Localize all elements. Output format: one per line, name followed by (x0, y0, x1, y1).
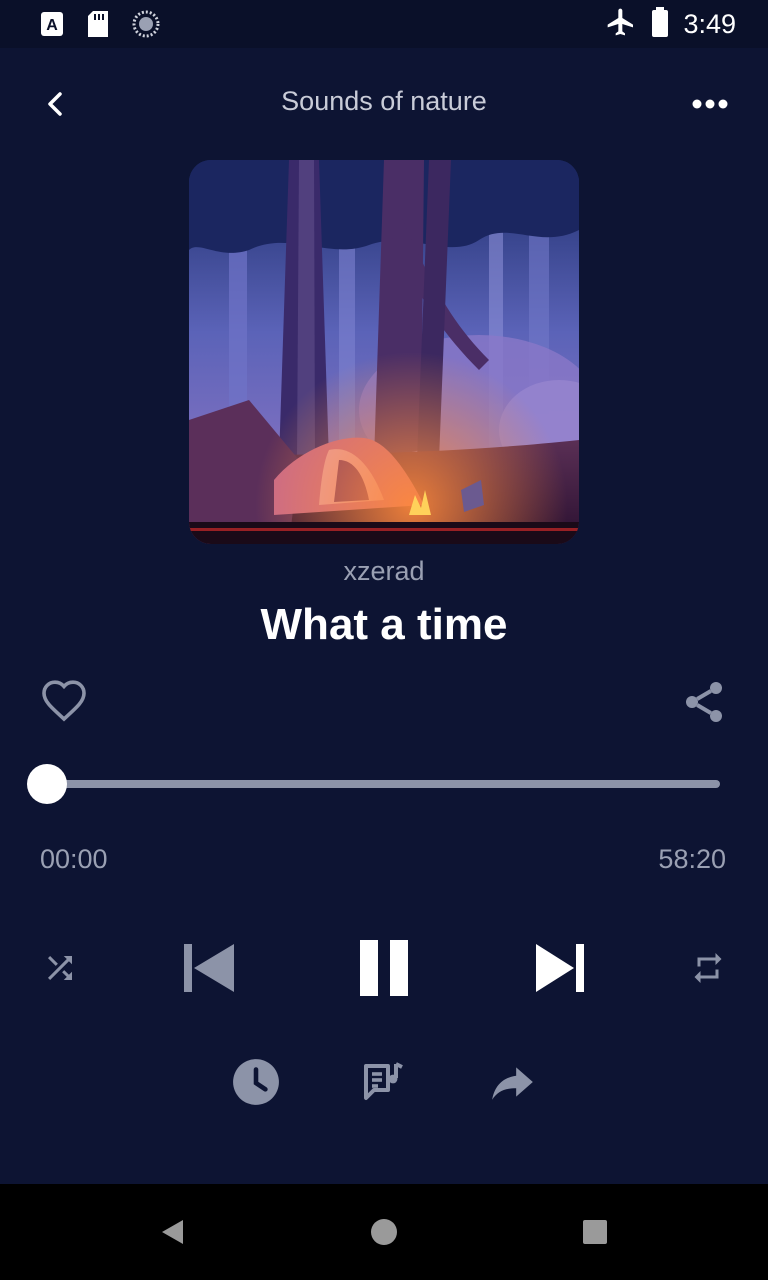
favorite-button[interactable] (40, 678, 88, 726)
loading-spinner-icon (132, 10, 160, 43)
previous-button[interactable] (176, 936, 240, 1000)
sleep-timer-button[interactable] (228, 1054, 284, 1110)
total-time: 58:20 (658, 844, 726, 874)
artist-name: xzerad (343, 556, 425, 586)
nav-home-circle-icon (371, 1219, 397, 1245)
nav-recents-button[interactable] (571, 1208, 619, 1256)
battery-icon (651, 7, 669, 42)
forward-share-button[interactable] (484, 1054, 540, 1110)
pause-icon (360, 940, 408, 996)
status-clock: 3:49 (683, 9, 736, 39)
more-horizontal-icon (692, 99, 728, 109)
nav-back-button[interactable] (148, 1208, 196, 1256)
progress-track[interactable] (46, 780, 720, 788)
elapsed-time: 00:00 (40, 844, 108, 874)
shuffle-button[interactable] (36, 944, 84, 992)
nav-back-triangle-icon (162, 1220, 183, 1244)
sd-card-icon (86, 10, 110, 43)
system-nav-bar (0, 1184, 768, 1280)
skip-previous-icon (184, 944, 234, 992)
song-title: What a time (260, 600, 508, 649)
nav-recents-square-icon (583, 1220, 607, 1244)
status-bar: A 3:49 (0, 0, 768, 48)
skip-next-icon (536, 944, 584, 992)
clock-icon (233, 1059, 279, 1105)
player-screen: Sounds of nature xzerad What a time 00:0… (0, 48, 768, 1184)
airplane-icon (605, 6, 637, 43)
pause-button[interactable] (352, 934, 416, 1002)
heart-outline-icon (42, 680, 86, 722)
share-button[interactable] (680, 678, 728, 726)
a-badge-icon: A (40, 11, 64, 42)
top-app-bar: Sounds of nature (0, 48, 768, 160)
shuffle-icon (48, 956, 72, 980)
album-artwork (189, 160, 579, 544)
repeat-icon (694, 953, 722, 983)
more-options-button[interactable] (682, 78, 738, 130)
lyrics-icon (364, 1062, 403, 1100)
page-title: Sounds of nature (281, 86, 487, 116)
repeat-button[interactable] (684, 944, 732, 992)
share-icon (686, 682, 722, 722)
lyrics-button[interactable] (356, 1054, 412, 1110)
progress-thumb[interactable] (27, 764, 67, 804)
next-button[interactable] (528, 936, 592, 1000)
nav-home-button[interactable] (360, 1208, 408, 1256)
share-forward-icon (492, 1067, 533, 1100)
svg-text:A: A (46, 17, 58, 34)
